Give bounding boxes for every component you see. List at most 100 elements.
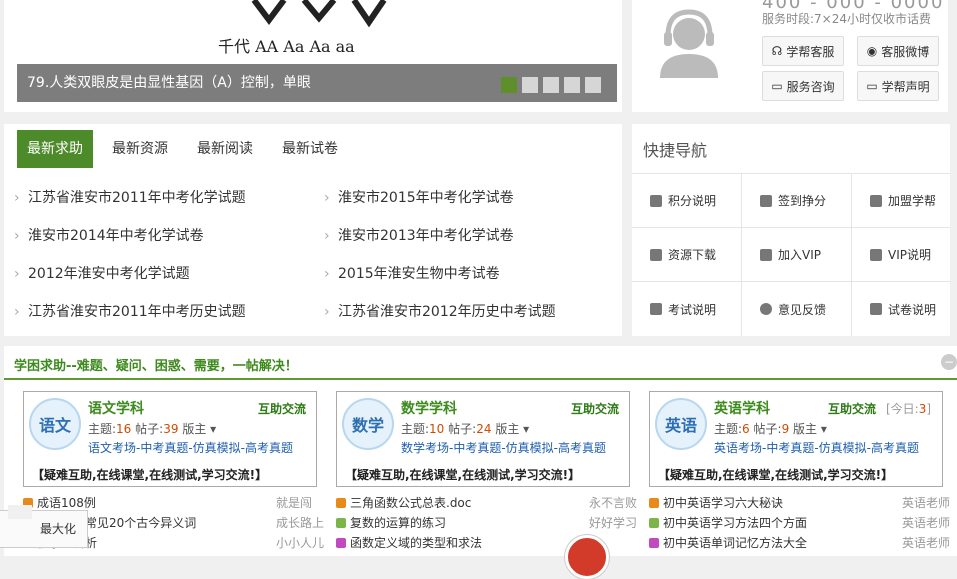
latest-help-panel: 最新求助 最新资源 最新阅读 最新试卷 江苏省淮安市2011年中考化学试题 淮安… bbox=[4, 124, 622, 336]
subject-tag: 互助交流 bbox=[828, 402, 877, 416]
subject-slogan: 【疑难互助,在线课堂,在线测试,学习交流!】 bbox=[32, 468, 268, 482]
help-item[interactable]: 2015年淮安生物中考试卷 bbox=[324, 264, 500, 284]
service-button-weibo[interactable]: ◉ 客服微博 bbox=[857, 36, 939, 66]
subject-name[interactable]: 英语学科 bbox=[714, 398, 770, 418]
subject-name[interactable]: 数学学科 bbox=[401, 398, 457, 418]
minimize-handle[interactable] bbox=[8, 505, 32, 519]
subject-card-math[interactable]: 数学 数学学科 互助交流 主题:10 帖子:24 版主 ▾ 数学考场-中考真题-… bbox=[336, 391, 630, 487]
subject-meta: 主题:10 帖子:24 版主 ▾ bbox=[401, 422, 530, 436]
question-icon bbox=[760, 248, 772, 261]
post-author[interactable]: 好好学习 bbox=[589, 514, 637, 532]
maximize-label: 最大化 bbox=[40, 522, 77, 536]
quick-nav-label: 签到挣分 bbox=[778, 194, 827, 208]
slider-dot[interactable] bbox=[501, 77, 517, 93]
quick-nav-item[interactable]: 加入VIP bbox=[742, 228, 852, 282]
forum-header: 学困求助--难题、疑问、困惑、需要，一帖解决！ − bbox=[4, 346, 957, 380]
quick-nav-item[interactable]: 试卷说明 bbox=[852, 282, 950, 336]
subject-links[interactable]: 英语考场-中考真题-仿真模拟-高考真题 bbox=[714, 439, 919, 456]
subject-links[interactable]: 语文考场-中考真题-仿真模拟-高考真题 bbox=[88, 439, 293, 456]
quick-nav-item[interactable]: 签到挣分 bbox=[742, 174, 852, 228]
post-type-icon bbox=[336, 518, 346, 528]
subject-tag: 互助交流 bbox=[258, 402, 307, 416]
collapse-button[interactable]: − bbox=[941, 354, 957, 370]
banner-slider[interactable]: 千代 AA Aa Aa aa 79.人类双眼皮是由显性基因（A）控制，单眼 bbox=[4, 0, 622, 112]
post-author[interactable]: 英语老师 bbox=[902, 514, 950, 532]
quick-nav-label: 积分说明 bbox=[668, 194, 717, 208]
service-button-label: 学帮客服 bbox=[786, 44, 835, 59]
service-button-consult[interactable]: ▭ 服务咨询 bbox=[762, 71, 844, 101]
service-button-label: 学帮声明 bbox=[881, 79, 930, 94]
tab-latest-reading[interactable]: 最新阅读 bbox=[187, 130, 263, 168]
tab-latest-help[interactable]: 最新求助 bbox=[17, 130, 93, 168]
weibo-icon: ◉ bbox=[866, 44, 878, 58]
tab-latest-papers[interactable]: 最新试卷 bbox=[272, 130, 348, 168]
post-author[interactable]: 英语老师 bbox=[902, 534, 950, 552]
instagram-icon bbox=[650, 303, 662, 315]
chat-icon: ▭ bbox=[771, 79, 783, 93]
quick-nav-item[interactable]: 积分说明 bbox=[632, 174, 742, 228]
subject-name[interactable]: 语文学科 bbox=[88, 398, 144, 418]
post-title[interactable]: 初中英语学习六大秘诀 bbox=[649, 494, 783, 512]
floating-red-button[interactable] bbox=[565, 535, 609, 579]
tab-latest-resources[interactable]: 最新资源 bbox=[102, 130, 178, 168]
help-item[interactable]: 淮安市2015年中考化学试卷 bbox=[324, 188, 514, 208]
post-type-icon bbox=[336, 498, 346, 508]
subject-card-english[interactable]: 英语 英语学科 互助交流 [今日:3] 主题:6 帖子:9 版主 ▾ 英语考场-… bbox=[649, 391, 943, 487]
quick-nav-grid: 积分说明 签到挣分 加盟学帮 资源下载 加入VIP VIP说明 考试说明 意见反… bbox=[632, 173, 950, 336]
service-button-statement[interactable]: ▭ 学帮声明 bbox=[857, 71, 939, 101]
post-title[interactable]: 初中英语单词记忆方法大全 bbox=[649, 534, 807, 552]
customer-service-panel: 400 - 000 - 0000 服务时段:7×24小时仅收市话费 ☊ 学帮客服 … bbox=[632, 0, 948, 112]
quick-nav-label: 资源下载 bbox=[668, 248, 717, 262]
service-button-kefu[interactable]: ☊ 学帮客服 bbox=[762, 36, 844, 66]
slider-dot[interactable] bbox=[522, 77, 538, 93]
quick-nav-panel: 快捷导航 积分说明 签到挣分 加盟学帮 资源下载 加入VIP VIP说明 考试说… bbox=[632, 124, 950, 336]
help-item[interactable]: 江苏省淮安市2012年历史中考试题 bbox=[324, 302, 556, 322]
user-icon bbox=[650, 194, 662, 207]
quick-nav-item[interactable]: 资源下载 bbox=[632, 228, 742, 282]
subject-logo: 数学 bbox=[342, 398, 394, 450]
post-author[interactable]: 就是闯 bbox=[276, 494, 312, 512]
post-author[interactable]: 成长路上 bbox=[276, 514, 324, 532]
banner-caption[interactable]: 79.人类双眼皮是由显性基因（A）控制，单眼 bbox=[17, 64, 617, 102]
slider-dot[interactable] bbox=[564, 77, 580, 93]
post-author[interactable]: 小小人儿 bbox=[276, 534, 324, 552]
help-item[interactable]: 江苏省淮安市2011年中考历史试题 bbox=[14, 302, 246, 322]
quick-nav-item[interactable]: 考试说明 bbox=[632, 282, 742, 336]
subject-links[interactable]: 数学考场-中考真题-仿真模拟-高考真题 bbox=[401, 439, 606, 456]
post-type-icon bbox=[336, 538, 346, 548]
service-hours: 服务时段:7×24小时仅收市话费 bbox=[762, 12, 932, 26]
banner-caption-text: 79.人类双眼皮是由显性基因（A）控制，单眼 bbox=[27, 75, 311, 91]
flag-icon bbox=[760, 194, 772, 207]
slider-dot[interactable] bbox=[585, 77, 601, 93]
chat-icon: ▭ bbox=[866, 79, 878, 93]
download-icon bbox=[650, 248, 662, 261]
help-item[interactable]: 淮安市2014年中考化学试卷 bbox=[14, 226, 204, 246]
post-author[interactable]: 英语老师 bbox=[902, 494, 950, 512]
quick-nav-label: 考试说明 bbox=[668, 302, 717, 317]
quick-nav-item[interactable]: VIP说明 bbox=[852, 228, 950, 282]
quick-nav-label: 意见反馈 bbox=[778, 302, 827, 317]
post-title[interactable]: 函数定义域的类型和求法 bbox=[336, 534, 482, 552]
post-author[interactable]: 永不言败 bbox=[589, 494, 637, 512]
subject-meta: 主题:6 帖子:9 版主 ▾ bbox=[714, 422, 827, 436]
subject-card-chinese[interactable]: 语文 语文学科 互助交流 主题:16 帖子:39 版主 ▾ 语文考场-中考真题-… bbox=[23, 391, 317, 487]
help-item[interactable]: 江苏省淮安市2011年中考化学试题 bbox=[14, 188, 246, 208]
quick-nav-label: 试卷说明 bbox=[888, 302, 937, 317]
quick-nav-item[interactable]: 加盟学帮 bbox=[852, 174, 950, 228]
post-type-icon bbox=[649, 538, 659, 548]
post-type-icon bbox=[649, 518, 659, 528]
float-toolbar[interactable]: 最大化 bbox=[0, 505, 88, 548]
bookmark-icon bbox=[870, 303, 882, 315]
subject-slogan: 【疑难互助,在线课堂,在线测试,学习交流!】 bbox=[658, 468, 894, 482]
banner-art-text: 千代 AA Aa Aa aa bbox=[218, 37, 355, 56]
help-item[interactable]: 淮安市2013年中考化学试卷 bbox=[324, 226, 514, 246]
post-title[interactable]: 初中英语学习方法四个方面 bbox=[649, 514, 807, 532]
quick-nav-label: 加入VIP bbox=[778, 248, 821, 262]
slider-dot[interactable] bbox=[543, 77, 559, 93]
forum-title: 学困求助--难题、疑问、困惑、需要，一帖解决！ bbox=[14, 359, 298, 374]
post-title[interactable]: 复数的运算的练习 bbox=[336, 514, 446, 532]
help-item[interactable]: 2012年淮安中考化学试题 bbox=[14, 264, 190, 284]
post-title[interactable]: 三角函数公式总表.doc bbox=[336, 494, 471, 512]
tab-bar: 最新求助 最新资源 最新阅读 最新试卷 bbox=[17, 130, 357, 168]
quick-nav-item[interactable]: 意见反馈 bbox=[742, 282, 852, 336]
